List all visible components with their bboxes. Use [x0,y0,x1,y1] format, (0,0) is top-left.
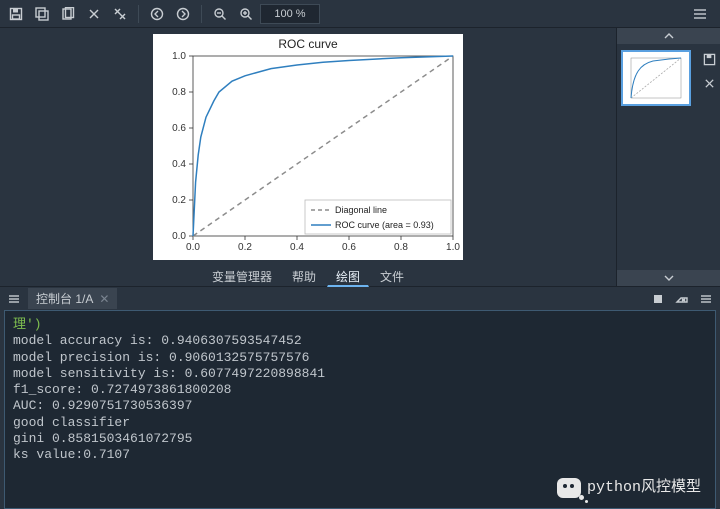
zoom-level-input[interactable]: 100 % [260,4,320,24]
svg-text:0.0: 0.0 [186,242,200,253]
console-line: 理') [13,317,707,333]
svg-text:1.0: 1.0 [172,51,186,62]
watermark-text: python风控模型 [587,479,701,498]
svg-text:ROC curve (area = 0.93): ROC curve (area = 0.93) [335,220,434,230]
svg-text:0.4: 0.4 [290,242,304,253]
svg-text:ROC curve: ROC curve [278,37,338,51]
forward-icon[interactable] [171,3,195,25]
console-menu-icon[interactable] [4,289,24,309]
thumb-scroll-up[interactable] [617,28,720,44]
svg-text:0.4: 0.4 [172,159,186,170]
console-line: model accuracy is: 0.9406307593547452 [13,333,707,349]
console-line: good classifier [13,415,707,431]
console-stop-icon[interactable] [648,289,668,309]
svg-text:Diagonal line: Diagonal line [335,205,387,215]
roc-chart: ROC curve 0.0 0.2 0.4 0.6 0.8 1.0 0.0 0.2 0.4 0.6 0… [153,34,463,260]
svg-text:0.8: 0.8 [172,87,186,98]
thumb-scroll-down[interactable] [617,270,720,286]
console-line: gini 0.8581503461072795 [13,431,707,447]
hamburger-menu-icon[interactable] [688,3,712,25]
console-line: AUC: 0.9290751730536397 [13,398,707,414]
svg-text:0.6: 0.6 [172,123,186,134]
svg-text:0.0: 0.0 [172,231,186,242]
plot-tab-bar: 变量管理器 帮助 绘图 文件 [203,265,413,287]
console-line: model precision is: 0.9060132575757576 [13,350,707,366]
console-line: f1_score: 0.7274973861800208 [13,382,707,398]
toolbar-separator [201,5,202,23]
close-icon[interactable] [82,3,106,25]
thumb-save-icon[interactable] [700,50,718,68]
close-all-icon[interactable] [108,3,132,25]
console-header: 控制台 1/A ✕ [0,286,720,310]
svg-text:0.2: 0.2 [172,195,186,206]
copy-icon[interactable] [56,3,80,25]
main-area: ROC curve 0.0 0.2 0.4 0.6 0.8 1.0 0.0 0.2 0.4 0.6 0… [0,28,720,286]
zoom-in-icon[interactable] [234,3,258,25]
svg-text:0.2: 0.2 [238,242,252,253]
tab-help[interactable]: 帮助 [283,265,325,287]
save-icon[interactable] [4,3,28,25]
console-line: ks value:0.7107 [13,447,707,463]
svg-text:1.0: 1.0 [446,242,460,253]
tab-plot[interactable]: 绘图 [327,265,369,287]
main-toolbar: 100 % [0,0,720,28]
save-all-icon[interactable] [30,3,54,25]
plot-pane: ROC curve 0.0 0.2 0.4 0.6 0.8 1.0 0.0 0.2 0.4 0.6 0… [0,28,616,286]
console-options-icon[interactable] [696,289,716,309]
console-line: model sensitivity is: 0.6077497220898841 [13,366,707,382]
console-output[interactable]: 理')model accuracy is: 0.9406307593547452… [4,310,716,509]
tab-file[interactable]: 文件 [371,265,413,287]
watermark: python风控模型 [557,478,701,498]
tab-variable-manager[interactable]: 变量管理器 [203,265,281,287]
console-clear-icon[interactable] [672,289,692,309]
toolbar-separator [138,5,139,23]
svg-text:0.8: 0.8 [394,242,408,253]
zoom-out-icon[interactable] [208,3,232,25]
thumbnail-list [617,44,720,270]
svg-text:0.6: 0.6 [342,242,356,253]
back-icon[interactable] [145,3,169,25]
thumb-close-icon[interactable] [700,74,718,92]
plot-figure: ROC curve 0.0 0.2 0.4 0.6 0.8 1.0 0.0 0.2 0.4 0.6 0… [153,34,463,263]
console-tab-close-icon[interactable]: ✕ [99,292,109,306]
plot-thumbnail[interactable] [621,50,691,106]
console-tab[interactable]: 控制台 1/A ✕ [28,288,117,309]
thumbnail-pane [616,28,720,286]
console-tab-label: 控制台 1/A [36,290,93,307]
